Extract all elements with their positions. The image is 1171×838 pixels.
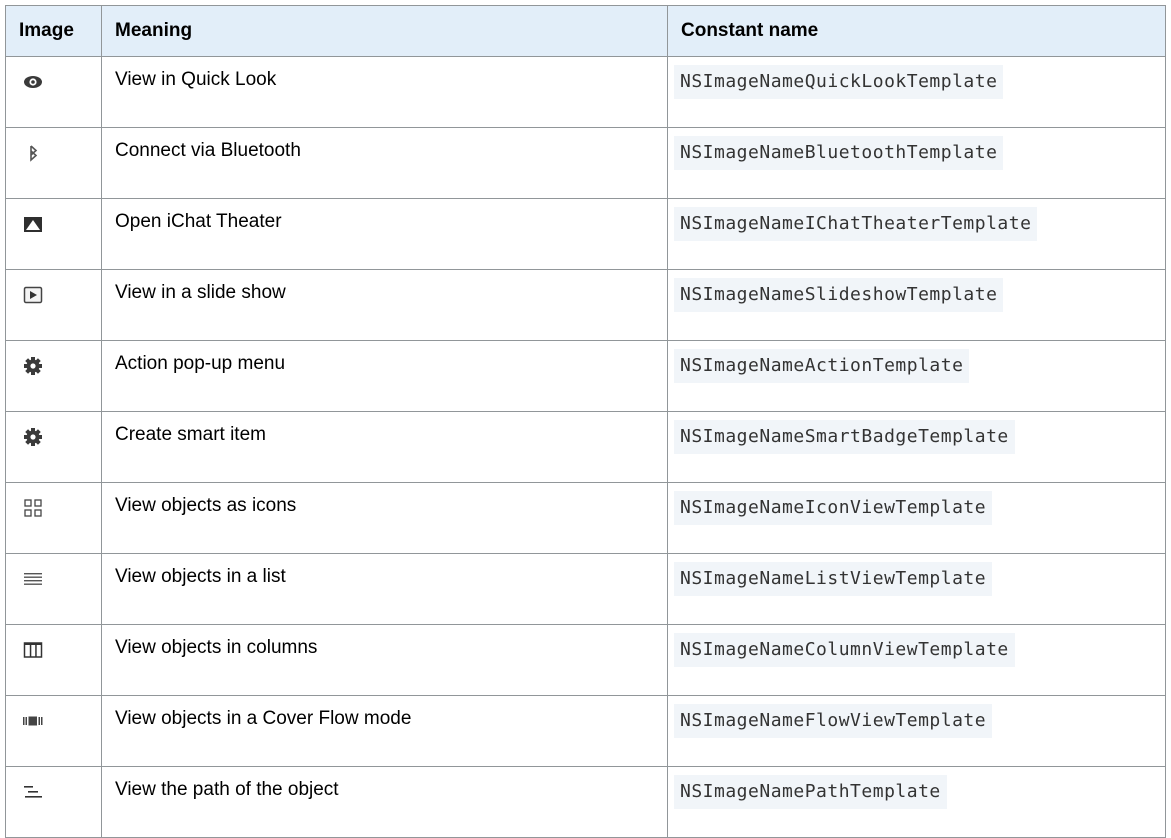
constant-cell: NSImageNameListViewTemplate	[667, 553, 1166, 625]
smart-badge-gear-icon	[24, 428, 42, 446]
header-meaning: Meaning	[101, 5, 668, 57]
table-row: View objects in columns NSImageNameColum…	[5, 624, 1166, 696]
table-row: Open iChat Theater NSImageNameIChatTheat…	[5, 198, 1166, 270]
table-row: Action pop-up menu NSImageNameActionTemp…	[5, 340, 1166, 412]
image-cell	[5, 411, 102, 483]
constant-cell: NSImageNameActionTemplate	[667, 340, 1166, 412]
table-row: View objects in a list NSImageNameListVi…	[5, 553, 1166, 625]
header-constant-name: Constant name	[667, 5, 1166, 57]
image-cell	[5, 482, 102, 554]
constant-name: NSImageNameActionTemplate	[674, 349, 970, 383]
action-gear-icon	[24, 357, 42, 375]
flow-view-icon	[23, 716, 43, 726]
header-image: Image	[5, 5, 102, 57]
constant-name: NSImageNameFlowViewTemplate	[674, 704, 993, 738]
constant-cell: NSImageNameBluetoothTemplate	[667, 127, 1166, 199]
constant-name: NSImageNamePathTemplate	[674, 775, 947, 809]
constant-cell: NSImageNameSmartBadgeTemplate	[667, 411, 1166, 483]
table-row: Create smart item NSImageNameSmartBadgeT…	[5, 411, 1166, 483]
constant-name: NSImageNameColumnViewTemplate	[674, 633, 1015, 667]
image-cell	[5, 624, 102, 696]
image-cell	[5, 553, 102, 625]
list-view-icon	[24, 573, 42, 585]
slideshow-icon	[23, 286, 43, 304]
quick-look-eye-icon	[24, 76, 42, 88]
meaning-cell: Connect via Bluetooth	[101, 127, 668, 199]
image-cell	[5, 127, 102, 199]
table-row: View in a slide show NSImageNameSlidesho…	[5, 269, 1166, 341]
icon-view-icon	[24, 499, 42, 517]
meaning-cell: Open iChat Theater	[101, 198, 668, 270]
table-row: View in Quick Look NSImageNameQuickLookT…	[5, 56, 1166, 128]
constant-cell: NSImageNameSlideshowTemplate	[667, 269, 1166, 341]
table-row: View objects in a Cover Flow mode NSImag…	[5, 695, 1166, 767]
meaning-cell: View objects in columns	[101, 624, 668, 696]
meaning-cell: View objects as icons	[101, 482, 668, 554]
image-cell	[5, 766, 102, 838]
table-header-row: Image Meaning Constant name	[5, 5, 1166, 57]
path-icon	[24, 786, 42, 798]
constant-name: NSImageNameSlideshowTemplate	[674, 278, 1004, 312]
meaning-cell: Create smart item	[101, 411, 668, 483]
constant-cell: NSImageNamePathTemplate	[667, 766, 1166, 838]
image-cell	[5, 695, 102, 767]
image-cell	[5, 340, 102, 412]
table-row: Connect via Bluetooth NSImageNameBluetoo…	[5, 127, 1166, 199]
image-cell	[5, 269, 102, 341]
image-constants-table: Image Meaning Constant name View in Quic…	[5, 5, 1166, 838]
meaning-cell: View objects in a Cover Flow mode	[101, 695, 668, 767]
image-cell	[5, 198, 102, 270]
table-row: View the path of the object NSImageNameP…	[5, 766, 1166, 838]
constant-name: NSImageNameQuickLookTemplate	[674, 65, 1004, 99]
image-cell	[5, 56, 102, 128]
meaning-cell: View the path of the object	[101, 766, 668, 838]
constant-cell: NSImageNameQuickLookTemplate	[667, 56, 1166, 128]
bluetooth-icon	[30, 145, 38, 162]
constant-name: NSImageNameIconViewTemplate	[674, 491, 993, 525]
constant-name: NSImageNameListViewTemplate	[674, 562, 993, 596]
constant-cell: NSImageNameIChatTheaterTemplate	[667, 198, 1166, 270]
column-view-icon	[23, 642, 43, 658]
meaning-cell: View in Quick Look	[101, 56, 668, 128]
constant-name: NSImageNameIChatTheaterTemplate	[674, 207, 1038, 241]
meaning-cell: Action pop-up menu	[101, 340, 668, 412]
constant-name: NSImageNameSmartBadgeTemplate	[674, 420, 1015, 454]
table-row: View objects as icons NSImageNameIconVie…	[5, 482, 1166, 554]
constant-cell: NSImageNameColumnViewTemplate	[667, 624, 1166, 696]
ichat-theater-icon	[24, 217, 42, 232]
meaning-cell: View objects in a list	[101, 553, 668, 625]
constant-cell: NSImageNameIconViewTemplate	[667, 482, 1166, 554]
constant-cell: NSImageNameFlowViewTemplate	[667, 695, 1166, 767]
meaning-cell: View in a slide show	[101, 269, 668, 341]
constant-name: NSImageNameBluetoothTemplate	[674, 136, 1004, 170]
